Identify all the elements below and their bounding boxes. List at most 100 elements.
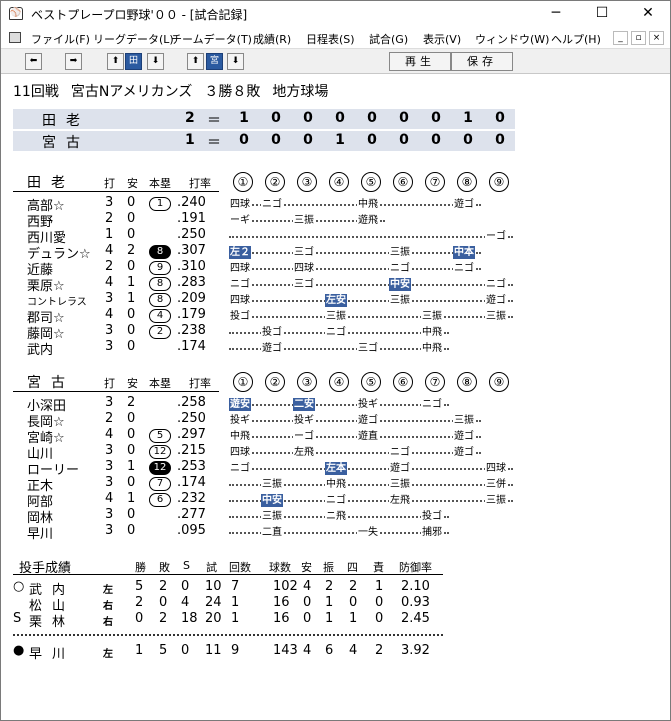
at-bat-result: 遊ゴ xyxy=(357,414,379,427)
pitching-h: 0 xyxy=(303,611,312,626)
pitching-header: 振 xyxy=(323,561,334,574)
at-bat-result: ニ飛 xyxy=(325,510,347,523)
hits: 2 xyxy=(127,243,136,258)
pitching-k: 6 xyxy=(325,643,334,658)
at-bat-result: 遊ゴ xyxy=(453,446,475,459)
menu-7[interactable]: ウィンドウ(W) xyxy=(475,31,549,47)
at-bats: 3 xyxy=(105,195,114,210)
at-bat-timeline xyxy=(229,436,481,438)
at-bat-result: 四球 xyxy=(229,262,251,275)
section-underline xyxy=(13,191,219,192)
menu-0[interactable]: ファイル(F) xyxy=(31,31,90,47)
at-bat-result: 遊飛 xyxy=(357,214,379,227)
hits: 0 xyxy=(127,211,136,226)
at-bat-result: 遊ゴ xyxy=(485,294,507,307)
home-run-badge: 12 xyxy=(149,445,171,459)
home-run-badge: 12 xyxy=(149,461,171,475)
batting-average: .095 xyxy=(177,523,206,538)
at-bat-result: ニゴ xyxy=(229,278,251,291)
at-bat-result: 三併 xyxy=(485,478,507,491)
batting-average: .258 xyxy=(177,395,206,410)
mdi-close-button[interactable]: × xyxy=(649,31,664,45)
at-bat-result: 三振 xyxy=(453,414,475,427)
scoreboard-equals: ＝ xyxy=(207,135,221,151)
team2-toggle-button[interactable]: 宮 xyxy=(206,53,223,70)
pitching-w: 0 xyxy=(135,611,144,626)
at-bats: 4 xyxy=(105,307,114,322)
menu-2[interactable]: チームデータ(T) xyxy=(171,31,252,47)
section-underline xyxy=(13,391,219,392)
pitching-l: 2 xyxy=(159,611,168,626)
team1-up-icon[interactable]: ⬆ xyxy=(107,53,124,70)
player-name: 武内 xyxy=(27,343,54,358)
at-bat-timeline xyxy=(229,236,513,238)
pitching-separator xyxy=(13,634,443,636)
at-bat-result: 一失 xyxy=(357,526,379,539)
save-button[interactable]: 保存 xyxy=(451,52,513,71)
at-bat-result: 遊直 xyxy=(357,430,379,443)
toolbar: ⬅ ➡ ⬆ 田 ⬇ ⬆ 宮 ⬇ 再生 保存 xyxy=(1,49,670,74)
title-bar[interactable]: ⚾ ベストプレープロ野球'００ - [試合記録] ─ ☐ ✕ xyxy=(1,1,670,27)
pitching-g: 10 xyxy=(205,579,222,594)
mdi-restore-button[interactable]: ▫ xyxy=(631,31,646,45)
at-bats: 3 xyxy=(105,507,114,522)
scoreboard-inning: 0 xyxy=(271,110,281,126)
pitching-w: 2 xyxy=(135,595,144,610)
batting-team-name: 宮古 xyxy=(27,375,75,391)
close-button[interactable]: ✕ xyxy=(625,1,671,27)
hits: 0 xyxy=(127,443,136,458)
batting-average: .215 xyxy=(177,443,206,458)
game-info: 11回戦 宮古Nアメリカンズ ３勝８敗 地方球場 xyxy=(13,81,340,101)
inning-header: ⑦ xyxy=(425,372,445,392)
team-record: ３勝８敗 xyxy=(204,84,261,100)
batting-average: .253 xyxy=(177,459,206,474)
pitching-header: 球数 xyxy=(269,561,291,574)
menu-6[interactable]: 表示(V) xyxy=(423,31,461,47)
minimize-button[interactable]: ─ xyxy=(533,1,579,27)
at-bat-timeline xyxy=(229,468,513,470)
at-bat-result: 三振 xyxy=(261,478,283,491)
at-bats: 3 xyxy=(105,475,114,490)
pitcher-name: 早川 xyxy=(29,647,76,662)
scoreboard-team: 宮古 xyxy=(42,135,90,151)
menu-5[interactable]: 試合(G) xyxy=(369,31,408,47)
at-bat-result: 三ゴ xyxy=(293,246,315,259)
hits: 0 xyxy=(127,427,136,442)
scoreboard-inning: 0 xyxy=(495,110,505,126)
home-run-badge: 5 xyxy=(149,429,171,443)
at-bat-result: 四球 xyxy=(485,462,507,475)
at-bat-result: ニゴ xyxy=(453,262,475,275)
document-icon[interactable] xyxy=(9,32,21,43)
scoreboard-inning: 0 xyxy=(367,110,377,126)
pitching-bb: 4 xyxy=(349,643,358,658)
team2-down-icon[interactable]: ⬇ xyxy=(227,53,244,70)
menu-1[interactable]: リーグデータ(L) xyxy=(93,31,174,47)
inning-header: ③ xyxy=(297,172,317,192)
at-bat-result: 中安 xyxy=(261,494,283,507)
at-bats: 4 xyxy=(105,275,114,290)
at-bat-timeline xyxy=(229,300,513,302)
scoreboard-inning: 0 xyxy=(367,132,377,148)
replay-button[interactable]: 再生 xyxy=(389,52,451,71)
maximize-button[interactable]: ☐ xyxy=(579,1,625,27)
at-bat-result: 左飛 xyxy=(293,446,315,459)
menu-4[interactable]: 日程表(S) xyxy=(306,31,355,47)
hits: 0 xyxy=(127,323,136,338)
batting-average: .250 xyxy=(177,227,206,242)
header-hr: 本塁 xyxy=(149,377,171,390)
team1-down-icon[interactable]: ⬇ xyxy=(147,53,164,70)
prev-arrow-icon[interactable]: ⬅ xyxy=(25,53,42,70)
menu-8[interactable]: ヘルプ(H) xyxy=(551,31,601,47)
pitcher-name: 栗林 xyxy=(29,615,76,630)
batting-average: .191 xyxy=(177,211,206,226)
at-bat-result: 遊ゴ xyxy=(453,430,475,443)
menu-3[interactable]: 成績(R) xyxy=(253,31,291,47)
team2-up-icon[interactable]: ⬆ xyxy=(187,53,204,70)
team1-toggle-button[interactable]: 田 xyxy=(125,53,142,70)
pitching-bb: 2 xyxy=(349,579,358,594)
scoreboard-inning: 0 xyxy=(495,132,505,148)
at-bat-result: 三振 xyxy=(325,310,347,323)
mdi-minimize-button[interactable]: _ xyxy=(613,31,628,45)
pitching-underline xyxy=(13,574,443,575)
next-arrow-icon[interactable]: ➡ xyxy=(65,53,82,70)
